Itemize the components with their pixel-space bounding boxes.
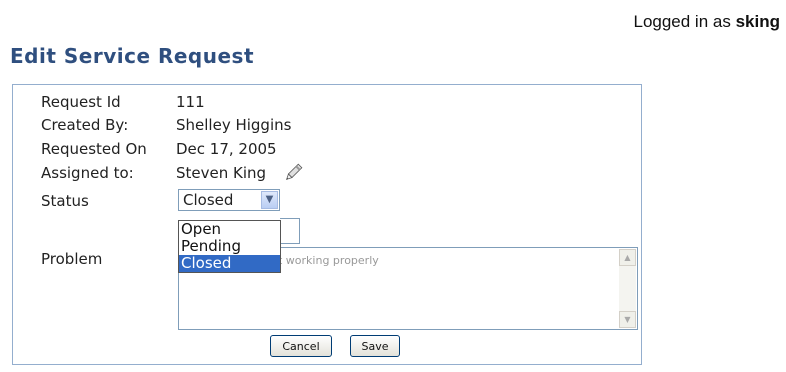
status-label: Status [41, 192, 89, 210]
username: sking [735, 12, 780, 31]
status-comment-input[interactable] [280, 218, 300, 244]
status-selected-value: Closed [183, 191, 234, 209]
problem-label: Problem [41, 250, 103, 268]
created-by-label: Created By: [41, 116, 129, 134]
assigned-to-value: Steven King [176, 164, 267, 182]
request-id-value: 111 [176, 93, 205, 111]
login-prefix: Logged in as [633, 12, 731, 31]
scroll-down-arrow-icon[interactable]: ▼ [619, 311, 636, 328]
status-option-open[interactable]: Open [179, 221, 280, 238]
pencil-icon[interactable] [282, 162, 304, 184]
cancel-button[interactable]: Cancel [270, 335, 332, 357]
problem-text: t working properly [278, 254, 379, 267]
status-option-closed[interactable]: Closed [179, 255, 280, 272]
status-option-pending[interactable]: Pending [179, 238, 280, 255]
page-title: Edit Service Request [10, 44, 255, 68]
problem-scrollbar[interactable]: ▲ ▼ [619, 249, 636, 328]
chevron-down-icon[interactable]: ▼ [261, 191, 278, 209]
status-select[interactable]: Closed ▼ [178, 189, 280, 211]
status-dropdown-list[interactable]: Open Pending Closed [178, 220, 281, 273]
requested-on-value: Dec 17, 2005 [176, 140, 277, 158]
edit-request-form: Request Id 111 Created By: Shelley Higgi… [12, 84, 642, 365]
created-by-value: Shelley Higgins [176, 116, 292, 134]
scroll-up-arrow-icon[interactable]: ▲ [619, 249, 636, 266]
login-status: Logged in as sking [633, 12, 780, 32]
requested-on-label: Requested On [41, 140, 147, 158]
request-id-label: Request Id [41, 93, 121, 111]
assigned-to-label: Assigned to: [41, 164, 134, 182]
save-button[interactable]: Save [350, 335, 400, 357]
